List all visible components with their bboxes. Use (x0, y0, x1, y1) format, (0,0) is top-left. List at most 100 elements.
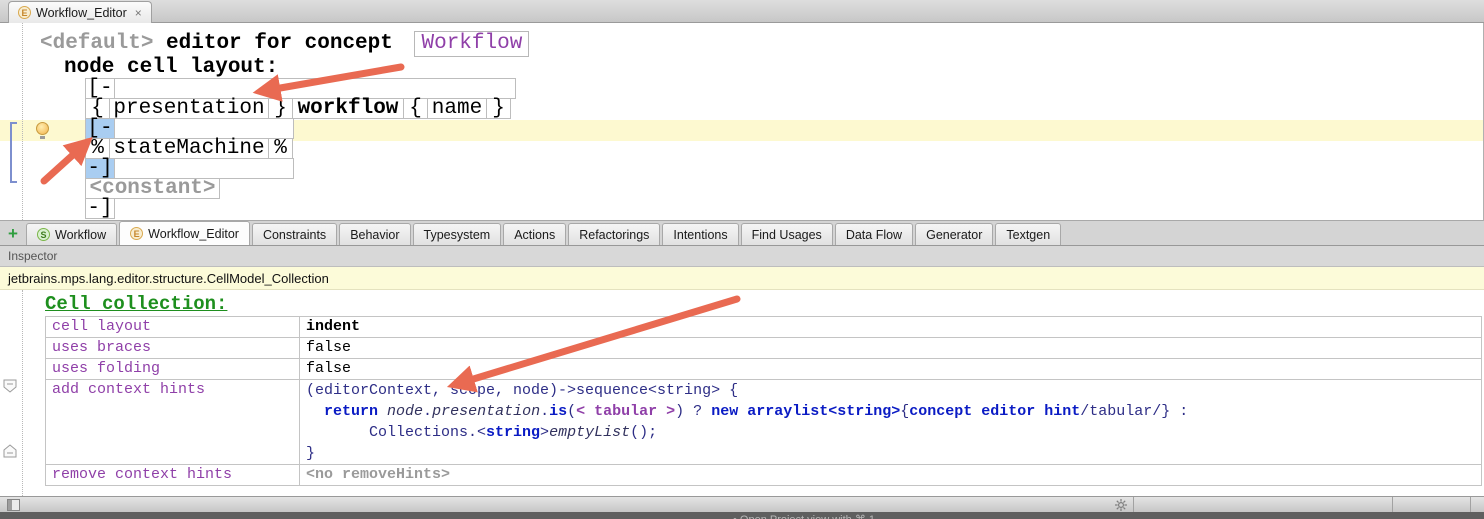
cell-open-outer[interactable]: [- (85, 78, 115, 99)
cell-empty[interactable] (114, 78, 516, 99)
close-icon[interactable]: × (135, 6, 142, 20)
editor-aspect-icon: E (18, 6, 31, 19)
cell-percent-open[interactable]: % (85, 138, 110, 159)
cell-close-inner-selected[interactable]: -] (85, 158, 115, 179)
is-keyword: is (549, 403, 567, 420)
selection-scope-bracket (10, 122, 17, 183)
aspect-tab-constraints[interactable]: Constraints (252, 223, 337, 245)
intention-bulb-icon[interactable] (36, 122, 49, 135)
editor-aspect-icon: E (130, 227, 143, 240)
cell-layout-table: [- { presentation } workflow { name } [-… (85, 78, 516, 219)
code-token: { (900, 403, 909, 420)
tab-label: Data Flow (846, 228, 902, 242)
new-arraylist-keyword: new arraylist<string> (711, 403, 900, 420)
header-keyword: editor for concept (166, 32, 393, 55)
tab-label: Behavior (350, 228, 399, 242)
code-line: } (306, 443, 1475, 464)
property-row: uses braces false (45, 337, 1482, 359)
inspector-panel-title: Inspector (0, 246, 1484, 267)
tab-label: Workflow_Editor (36, 6, 127, 20)
inspector-pane: Cell collection: cell layout indent uses… (0, 290, 1484, 496)
aspect-tab-find-usages[interactable]: Find Usages (741, 223, 833, 245)
aspect-tab-strip: + S Workflow E Workflow_Editor Constrain… (0, 221, 1484, 246)
background-tasks-icon[interactable] (1114, 498, 1128, 512)
prop-add-context-hints-value[interactable]: (editorContext, scope, node)->sequence<s… (299, 379, 1482, 465)
tab-label: Textgen (1006, 228, 1050, 242)
cell-workflow-keyword[interactable]: workflow (292, 98, 404, 119)
cell-brace-close2[interactable]: } (486, 98, 511, 119)
aspect-tab-data-flow[interactable]: Data Flow (835, 223, 913, 245)
code-token: ( (567, 403, 576, 420)
cell-brace-open2[interactable]: { (403, 98, 428, 119)
tab-label: Typesystem (424, 228, 491, 242)
aspect-tab-typesystem[interactable]: Typesystem (413, 223, 502, 245)
inner-collection-open-row: [- (85, 118, 516, 139)
code-token: . (540, 403, 549, 420)
property-row: add context hints (editorContext, scope,… (45, 379, 1482, 465)
cell-brace-close[interactable]: } (268, 98, 293, 119)
outer-collection-close-row: -] (85, 198, 516, 219)
cell-open-inner-selected[interactable]: [- (85, 118, 115, 139)
status-separator (1392, 497, 1393, 512)
toggle-panel-icon[interactable] (7, 499, 20, 511)
aspect-tab-textgen[interactable]: Textgen (995, 223, 1061, 245)
cell-empty[interactable] (114, 158, 294, 179)
fold-start-marker-icon[interactable] (3, 379, 18, 394)
return-keyword: return (324, 403, 387, 420)
open-file-tab-workflow-editor[interactable]: E Workflow_Editor × (8, 1, 152, 23)
code-token: node (387, 403, 423, 420)
prop-uses-braces-value[interactable]: false (299, 337, 1482, 359)
tab-label: Refactorings (579, 228, 649, 242)
status-separator (1133, 497, 1134, 512)
tab-label: Constraints (263, 228, 326, 242)
aspect-tab-generator[interactable]: Generator (915, 223, 993, 245)
context-hints-code[interactable]: (editorContext, scope, node)->sequence<s… (306, 380, 1475, 464)
editor-gutter (22, 23, 23, 220)
emptylist-call: emptyList (549, 424, 630, 441)
property-row: remove context hints <no removeHints> (45, 464, 1482, 486)
inner-collection-close-row: -] (85, 158, 516, 179)
tab-label: Generator (926, 228, 982, 242)
aspect-tab-intentions[interactable]: Intentions (662, 223, 738, 245)
inspector-gutter (22, 290, 23, 496)
tab-label: Intentions (673, 228, 727, 242)
aspect-tab-behavior[interactable]: Behavior (339, 223, 410, 245)
tab-label: Workflow_Editor (148, 227, 239, 241)
aspect-tab-refactorings[interactable]: Refactorings (568, 223, 660, 245)
statemachine-row: % stateMachine % (85, 138, 516, 159)
add-aspect-button[interactable]: + (0, 222, 26, 245)
prop-remove-context-hints-value[interactable]: <no removeHints> (299, 464, 1482, 486)
code-token: (editorContext, scope, node)->sequence<s… (306, 382, 738, 399)
prop-uses-braces-label: uses braces (45, 337, 300, 359)
editor-pane: <default> editor for concept Workflow no… (0, 23, 1484, 221)
code-token: } (306, 445, 315, 462)
property-row: uses folding false (45, 358, 1482, 380)
cell-presentation[interactable]: presentation (109, 98, 269, 119)
structure-aspect-icon: S (37, 228, 50, 241)
string-keyword: string (486, 424, 540, 441)
fold-end-marker-icon[interactable] (3, 444, 18, 459)
code-token: > (540, 424, 549, 441)
aspect-tab-workflow-editor[interactable]: E Workflow_Editor (119, 221, 250, 245)
cell-empty[interactable] (114, 118, 294, 139)
code-token: ) ? (675, 403, 711, 420)
aspect-tab-actions[interactable]: Actions (503, 223, 566, 245)
clipped-hint-text: • Open Project view with ⌘ 1 (733, 513, 875, 519)
status-bar (0, 496, 1484, 512)
tab-label: Workflow (55, 228, 106, 242)
property-row: cell layout indent (45, 316, 1482, 338)
cell-name[interactable]: name (427, 98, 487, 119)
concept-reference[interactable]: Workflow (414, 31, 529, 57)
aspect-tab-workflow[interactable]: S Workflow (26, 223, 117, 245)
prop-uses-folding-value[interactable]: false (299, 358, 1482, 380)
bottom-hint-strip: • Open Project view with ⌘ 1 (0, 512, 1484, 519)
cell-close-outer[interactable]: -] (85, 198, 115, 219)
prop-cell-layout-value[interactable]: indent (299, 316, 1482, 338)
cell-collection-heading: Cell collection: (45, 293, 227, 315)
cell-constant[interactable]: <constant> (85, 178, 220, 199)
cell-brace-open[interactable]: { (85, 98, 110, 119)
tabular-hint-ref: < tabular > (576, 403, 675, 420)
cell-percent-close[interactable]: % (268, 138, 293, 159)
cell-statemachine[interactable]: stateMachine (109, 138, 269, 159)
code-token: (); (630, 424, 657, 441)
